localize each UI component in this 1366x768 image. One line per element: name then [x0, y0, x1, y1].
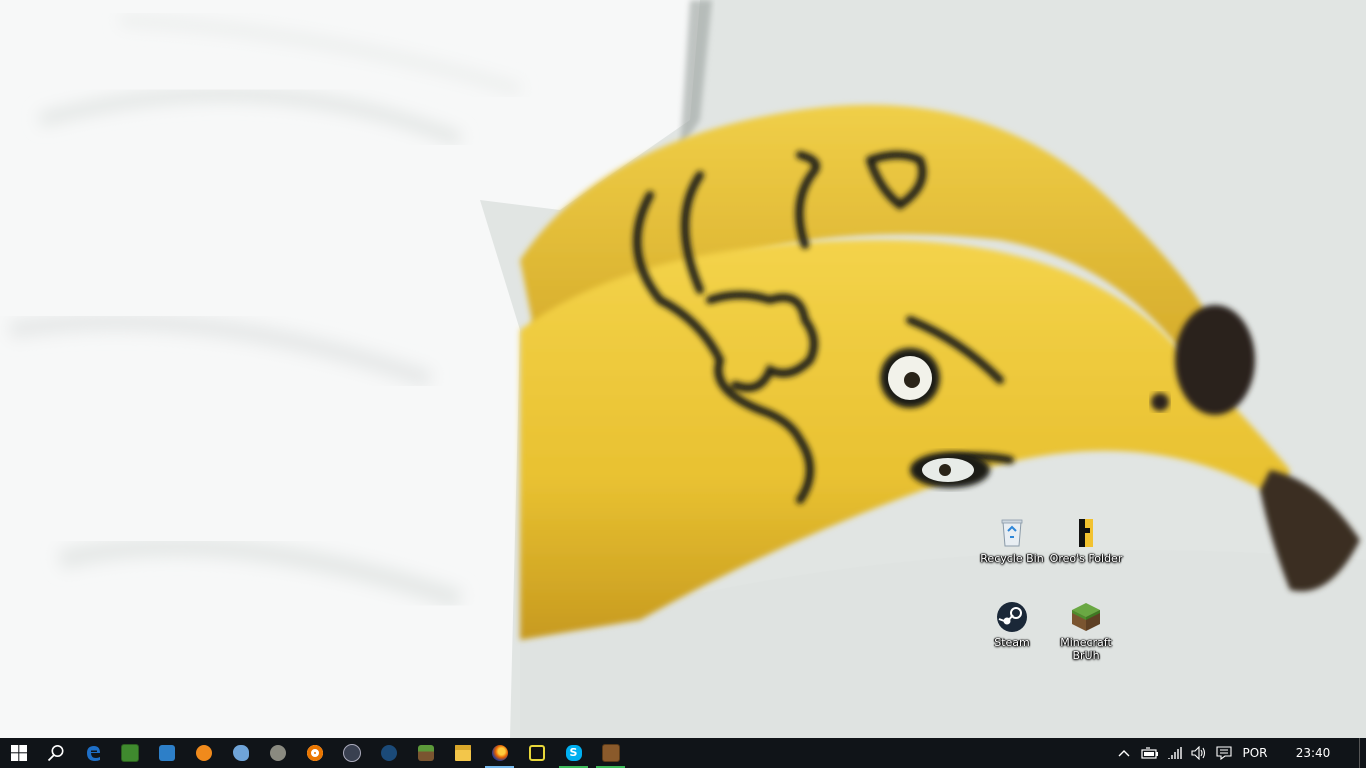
oreos-folder-label: Oreo's Folder: [1049, 552, 1123, 565]
taskbar-app-green[interactable]: [111, 738, 148, 768]
wifi-icon: [1168, 747, 1182, 759]
minecraft-label: Minecraft BrUh: [1060, 636, 1112, 662]
desktop-icon-oreos-folder[interactable]: Oreo's Folder: [1048, 516, 1124, 565]
minecraft-icon: [1072, 603, 1100, 631]
terminal-icon: [528, 745, 545, 761]
audacity-icon: [195, 745, 212, 761]
show-desktop-button[interactable]: [1359, 738, 1366, 768]
battery-button[interactable]: [1137, 738, 1163, 768]
crafting-table-icon: [601, 744, 620, 762]
windows-logo-icon: [10, 745, 27, 761]
taskbar-terminal-app[interactable]: [518, 738, 555, 768]
taskbar-app-blue[interactable]: [148, 738, 185, 768]
battery-icon: [1141, 747, 1158, 759]
taskbar-blender[interactable]: [296, 738, 333, 768]
wallpaper-art: [0, 0, 1366, 738]
show-hidden-icons-button[interactable]: [1111, 738, 1137, 768]
taskbar-edge[interactable]: [74, 738, 111, 768]
clock[interactable]: 23:40: [1273, 738, 1353, 768]
obs-icon: [342, 744, 361, 762]
search-button[interactable]: [37, 738, 74, 768]
search-icon: [47, 745, 63, 762]
language-indicator[interactable]: POR: [1237, 738, 1273, 768]
volume-button[interactable]: [1187, 738, 1211, 768]
gimp-icon: [269, 745, 286, 761]
taskbar-app-orange[interactable]: [185, 738, 222, 768]
recycle-bin-icon: [1001, 519, 1023, 547]
firefox-icon: [491, 745, 508, 761]
start-button[interactable]: [0, 738, 37, 768]
action-center-icon: [1216, 746, 1232, 760]
taskbar-firefox[interactable]: [481, 738, 518, 768]
taskbar-file-explorer[interactable]: [444, 738, 481, 768]
desktop-icon-steam[interactable]: Steam: [974, 600, 1050, 649]
volume-icon: [1191, 746, 1206, 760]
steam-label: Steam: [994, 636, 1030, 649]
paint-palette-icon: [232, 745, 249, 761]
taskbar-steam[interactable]: [370, 738, 407, 768]
network-button[interactable]: [1163, 738, 1187, 768]
minecraft-grass-icon: [417, 745, 434, 761]
language-label: POR: [1242, 746, 1268, 760]
desktop-wallpaper: [0, 0, 1366, 738]
folder-icon: [1079, 519, 1093, 547]
taskbar-skype[interactable]: S: [555, 738, 592, 768]
pixel-game-icon: [120, 744, 139, 762]
steam-icon: [380, 745, 397, 761]
taskbar-minecraft[interactable]: [407, 738, 444, 768]
taskbar-minecraft-launcher[interactable]: [592, 738, 629, 768]
folder-icon: [454, 745, 471, 761]
skype-icon: S: [565, 745, 582, 761]
recycle-bin-label: Recycle Bin: [980, 552, 1044, 565]
taskbar: S POR 23:40: [0, 738, 1366, 768]
taskbar-obs[interactable]: [333, 738, 370, 768]
steam-icon: [997, 602, 1027, 632]
clock-time: 23:40: [1295, 746, 1331, 760]
control-panel-icon: [158, 745, 175, 761]
edge-icon: [86, 746, 100, 761]
taskbar-gimp[interactable]: [259, 738, 296, 768]
desktop-icon-recycle-bin[interactable]: Recycle Bin: [974, 516, 1050, 565]
taskbar-paint[interactable]: [222, 738, 259, 768]
chevron-up-icon: [1118, 750, 1130, 757]
system-tray: POR 23:40: [1111, 738, 1366, 768]
action-center-button[interactable]: [1211, 738, 1237, 768]
blender-icon: [306, 745, 323, 761]
desktop-icon-minecraft[interactable]: Minecraft BrUh: [1048, 600, 1124, 662]
